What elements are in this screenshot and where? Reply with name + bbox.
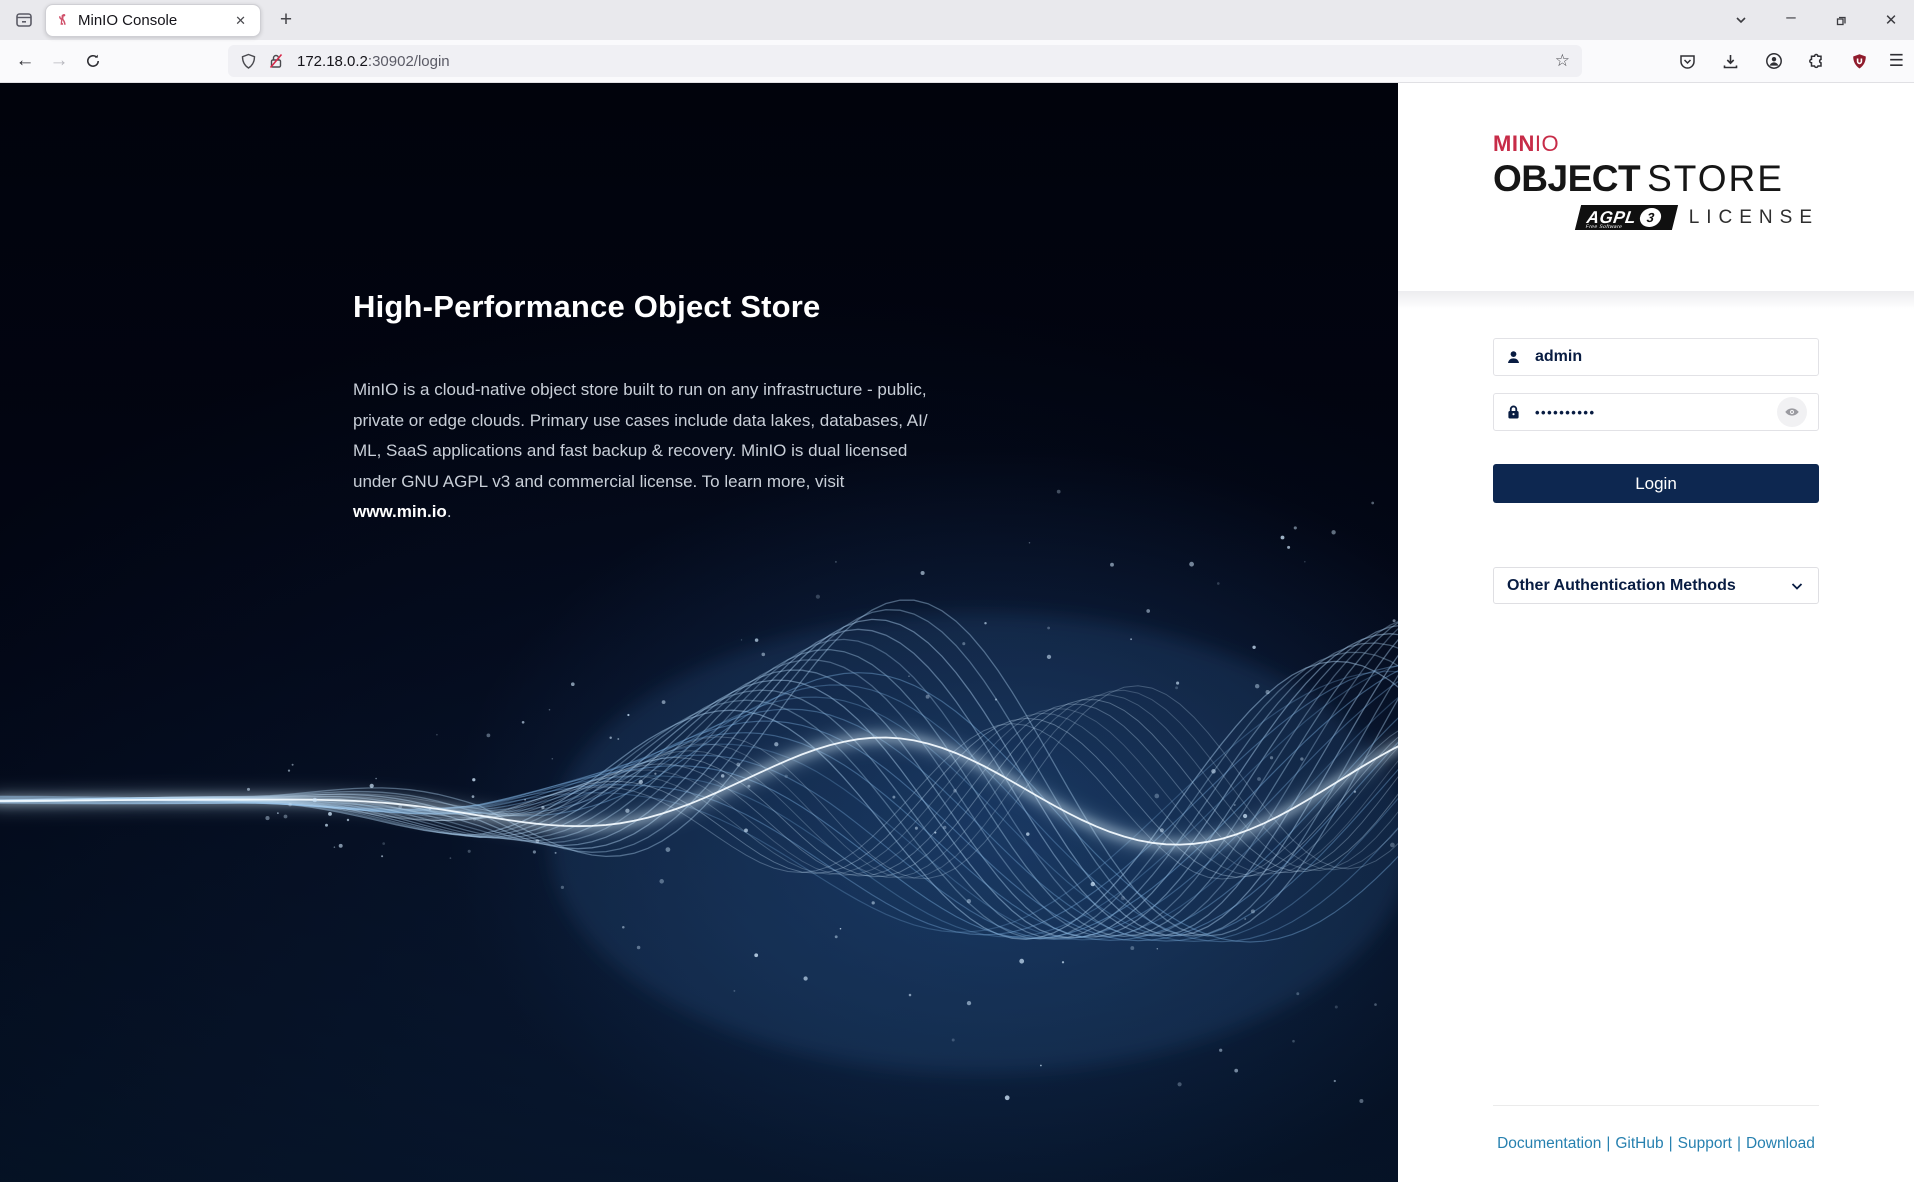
min-io-link[interactable]: www.min.io — [353, 502, 447, 521]
hero-section: High-Performance Object Store MinIO is a… — [0, 83, 1398, 1182]
restore-button[interactable] — [1828, 7, 1854, 33]
browser-tab-minio-console[interactable]: MinIO Console ✕ — [45, 4, 261, 37]
minimize-button[interactable]: – — [1778, 7, 1804, 33]
lock-icon — [1505, 404, 1522, 421]
toggle-password-visibility-button[interactable] — [1777, 397, 1807, 427]
forward-button[interactable]: → — [42, 45, 76, 77]
pocket-icon[interactable] — [1674, 45, 1702, 77]
back-button[interactable]: ← — [8, 45, 42, 77]
tracking-shield-icon[interactable] — [240, 53, 257, 70]
support-link[interactable]: Support — [1678, 1135, 1732, 1152]
toolbar-action-icons: ☰ — [1674, 45, 1904, 77]
footer-divider — [1493, 1105, 1819, 1106]
list-tabs-chevron-icon[interactable] — [1728, 7, 1754, 33]
eye-icon — [1784, 404, 1800, 420]
account-icon[interactable] — [1760, 45, 1788, 77]
ublock-shield-icon[interactable] — [1846, 45, 1874, 77]
url-text: 172.18.0.2:30902/login — [297, 53, 450, 70]
tab-close-icon[interactable]: ✕ — [230, 12, 251, 30]
chevron-down-icon — [1789, 578, 1805, 594]
hero-description: MinIO is a cloud-native object store bui… — [353, 375, 928, 528]
username-field[interactable]: admin — [1493, 338, 1819, 376]
menu-hamburger-icon[interactable]: ☰ — [1889, 51, 1904, 71]
minio-favicon-icon — [55, 13, 70, 28]
hero-heading: High-Performance Object Store — [353, 289, 820, 325]
minio-wordmark: MINIO — [1493, 131, 1819, 157]
bookmark-star-icon[interactable]: ☆ — [1555, 51, 1570, 71]
reload-icon — [85, 53, 101, 69]
navigation-toolbar: ← → 172.18.0.2:30902/login ☆ — [0, 40, 1914, 83]
reload-button[interactable] — [76, 45, 110, 77]
insecure-lock-icon[interactable] — [267, 52, 285, 70]
password-masked-value: •••••••••• — [1535, 405, 1596, 420]
password-field[interactable]: •••••••••• — [1493, 393, 1819, 431]
minio-object-store-logo: MINIO OBJECTSTORE AGPL 3 Free Software L… — [1493, 131, 1819, 230]
download-link[interactable]: Download — [1746, 1135, 1815, 1152]
other-auth-methods-toggle[interactable]: Other Authentication Methods — [1493, 567, 1819, 604]
firefox-view-button[interactable] — [8, 6, 40, 34]
footer-links: Documentation|GitHub|Support|Download — [1398, 1135, 1914, 1153]
login-panel: MINIO OBJECTSTORE AGPL 3 Free Software L… — [1398, 83, 1914, 1182]
new-tab-button[interactable]: + — [272, 7, 300, 34]
tab-bar: MinIO Console ✕ + – ✕ — [0, 0, 1914, 40]
user-icon — [1505, 349, 1522, 366]
logo-header: MINIO OBJECTSTORE AGPL 3 Free Software L… — [1398, 83, 1914, 291]
login-button[interactable]: Login — [1493, 464, 1819, 503]
object-store-wordmark: OBJECTSTORE — [1493, 158, 1819, 200]
license-label: LICENSE — [1689, 207, 1819, 229]
page-content: High-Performance Object Store MinIO is a… — [0, 83, 1914, 1182]
restore-icon — [1835, 14, 1848, 27]
url-bar[interactable]: 172.18.0.2:30902/login ☆ — [228, 45, 1582, 77]
firefox-view-icon — [15, 11, 33, 29]
extensions-puzzle-icon[interactable] — [1803, 45, 1831, 77]
tab-title: MinIO Console — [78, 12, 230, 29]
wave-decoration — [0, 83, 1398, 1182]
browser-window: MinIO Console ✕ + – ✕ ← → — [0, 0, 1914, 1182]
agpl-v3-badge: AGPL 3 Free Software — [1575, 205, 1678, 230]
github-link[interactable]: GitHub — [1615, 1135, 1663, 1152]
documentation-link[interactable]: Documentation — [1497, 1135, 1601, 1152]
username-value: admin — [1535, 348, 1582, 366]
downloads-icon[interactable] — [1717, 45, 1745, 77]
close-window-button[interactable]: ✕ — [1878, 7, 1904, 33]
window-controls: – ✕ — [1728, 0, 1904, 40]
